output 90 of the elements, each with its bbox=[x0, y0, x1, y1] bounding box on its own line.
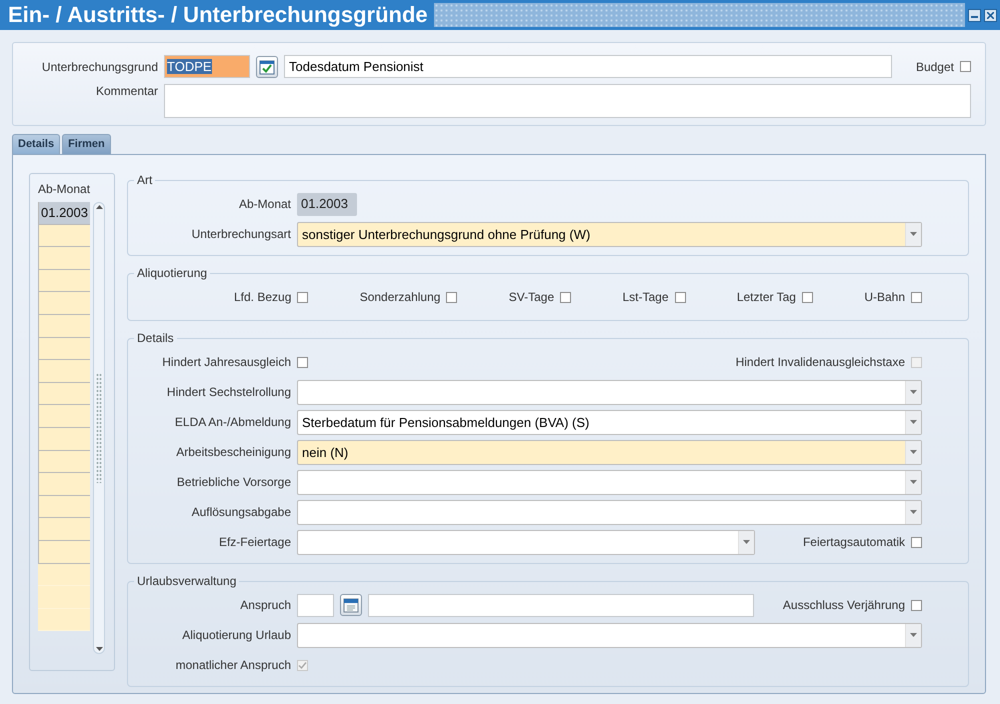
checkbox[interactable] bbox=[297, 292, 308, 302]
list-row[interactable] bbox=[38, 540, 90, 564]
caret-icon bbox=[910, 633, 917, 637]
list-row[interactable] bbox=[38, 314, 90, 338]
dropdown[interactable] bbox=[297, 500, 922, 524]
description-field[interactable]: Todesdatum Pensionist bbox=[284, 55, 892, 78]
checkbox-label: Hindert Jahresausgleich bbox=[161, 355, 291, 369]
checkbox[interactable] bbox=[560, 292, 572, 302]
list-row[interactable] bbox=[38, 450, 90, 474]
input-field[interactable] bbox=[297, 594, 334, 616]
dropdown[interactable] bbox=[297, 622, 922, 648]
field-label: Betriebliche Vorsorge bbox=[176, 475, 291, 489]
checkbox-label: Hindert Invalidenausgleichstaxe bbox=[736, 355, 905, 369]
field-label: Aliquotierung Urlaub bbox=[181, 628, 291, 642]
code-field[interactable]: TODPE bbox=[164, 55, 250, 78]
checkbox[interactable] bbox=[911, 536, 922, 548]
input-field[interactable] bbox=[368, 594, 754, 616]
list-row[interactable] bbox=[38, 428, 90, 451]
caret-icon bbox=[910, 510, 917, 514]
checkbox-label: Budget bbox=[914, 60, 954, 74]
calendar-button[interactable] bbox=[340, 594, 362, 616]
list-row[interactable] bbox=[38, 382, 90, 406]
dropdown[interactable] bbox=[297, 470, 922, 494]
scroll-down-icon[interactable] bbox=[96, 647, 102, 651]
list-row[interactable] bbox=[38, 473, 90, 496]
caret-icon bbox=[910, 232, 917, 236]
field-label: Unterbrechungsgrund bbox=[40, 60, 158, 74]
checkbox-label: U-Bahn bbox=[864, 290, 905, 304]
minimize-button[interactable] bbox=[968, 8, 981, 22]
section-title: Art bbox=[136, 173, 154, 187]
checkbox-label: Lfd. Bezug bbox=[234, 290, 292, 304]
caret-icon bbox=[910, 480, 917, 484]
close-icon bbox=[987, 12, 994, 18]
comment-field[interactable] bbox=[164, 84, 971, 118]
list-row[interactable]: 01.2003 bbox=[38, 202, 90, 225]
list-row[interactable] bbox=[38, 405, 90, 428]
field-label: Hindert Sechstelrollung bbox=[166, 385, 291, 399]
list-row[interactable] bbox=[38, 270, 90, 292]
checkbox[interactable] bbox=[674, 292, 686, 302]
field-label: Ab-Monat bbox=[238, 197, 291, 211]
dropdown[interactable] bbox=[297, 530, 755, 554]
checkbox-label: Ausschluss Verjährung bbox=[782, 598, 905, 612]
list-row[interactable] bbox=[38, 360, 90, 383]
field-label: Unterbrechungsart bbox=[190, 227, 291, 241]
list-row[interactable] bbox=[38, 496, 90, 518]
checkbox[interactable] bbox=[911, 600, 922, 610]
close-button[interactable] bbox=[984, 8, 997, 22]
checkbox[interactable] bbox=[911, 292, 922, 302]
section-title: Details bbox=[136, 331, 175, 345]
dropdown[interactable]: sonstiger Unterbrechungsgrund ohne Prüfung (W) bbox=[297, 222, 922, 246]
checkbox-label: SV-Tage bbox=[508, 290, 554, 304]
field-label: Arbeitsbescheinigung bbox=[175, 445, 291, 459]
tab[interactable]: Firmen bbox=[62, 134, 111, 154]
scroll-up-icon[interactable] bbox=[96, 205, 102, 209]
caret-icon bbox=[910, 450, 917, 454]
dropdown[interactable]: Sterbedatum für Pensionsabmeldungen (BVA) (S) bbox=[297, 410, 922, 434]
list-row[interactable] bbox=[38, 224, 90, 248]
caret-icon bbox=[743, 540, 750, 544]
checkbox[interactable] bbox=[802, 292, 813, 302]
dropdown[interactable] bbox=[297, 380, 922, 404]
checkmark-icon bbox=[259, 58, 275, 74]
tab[interactable]: Details bbox=[12, 134, 60, 154]
lookup-button[interactable] bbox=[256, 56, 278, 78]
checkbox[interactable] bbox=[297, 356, 308, 368]
checkbox-label: Lst-Tage bbox=[622, 290, 668, 304]
column-header: Ab-Monat bbox=[38, 182, 92, 198]
scrollbar[interactable] bbox=[93, 202, 105, 654]
list-row[interactable] bbox=[38, 292, 90, 315]
list-row[interactable] bbox=[38, 518, 90, 541]
field-label: Kommentar bbox=[94, 84, 158, 98]
field-label: Anspruch bbox=[239, 598, 291, 612]
caret-icon bbox=[910, 420, 917, 424]
field-label: Efz-Feiertage bbox=[218, 535, 291, 549]
checkbox[interactable] bbox=[446, 292, 458, 302]
list-row[interactable] bbox=[38, 338, 90, 360]
checkbox-label: Sonderzahlung bbox=[360, 290, 440, 304]
checkbox-label: Letzter Tag bbox=[736, 290, 796, 304]
list-row[interactable] bbox=[38, 247, 90, 270]
dropdown[interactable]: nein (N) bbox=[297, 440, 922, 464]
calendar-icon bbox=[343, 597, 359, 613]
field-label: ELDA An-/Abmeldung bbox=[174, 415, 291, 429]
caret-icon bbox=[910, 390, 917, 394]
section-title: Urlaubsverwaltung bbox=[136, 574, 238, 588]
checkbox-label: Feiertagsautomatik bbox=[802, 535, 905, 549]
readonly-field: 01.2003 bbox=[297, 192, 357, 216]
checkbox[interactable] bbox=[960, 61, 971, 72]
window-title: Ein- / Austritts- / Unterbrechungsgründe bbox=[7, 2, 429, 28]
section-title: Aliquotierung bbox=[136, 266, 208, 280]
checkbox-label: monatlicher Anspruch bbox=[174, 658, 291, 672]
field-label: Auflösungsabgabe bbox=[190, 505, 291, 519]
